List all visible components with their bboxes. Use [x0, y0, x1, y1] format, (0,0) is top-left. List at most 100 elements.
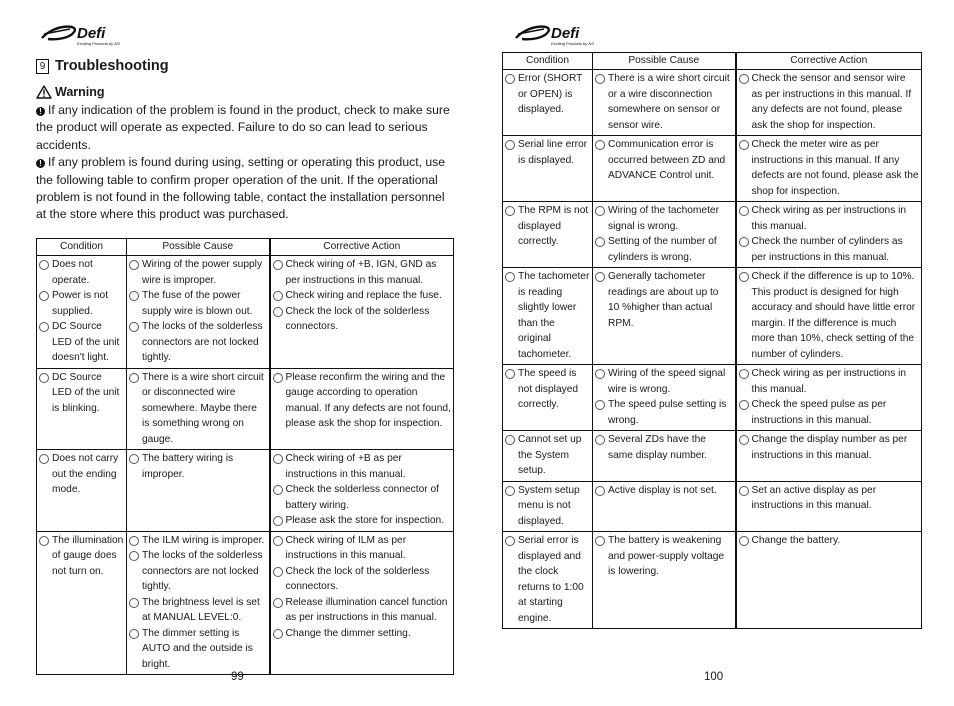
circle-bullet-icon	[39, 260, 49, 270]
warning-paragraph: ! If any indication of the problem is fou…	[36, 103, 450, 152]
header-possible-cause: Possible Cause	[592, 52, 736, 70]
list-item: System setup menu is not displayed.	[505, 483, 590, 530]
cause-cell: Wiring of the power supply wire is impro…	[126, 255, 270, 369]
item-text: System setup menu is not displayed.	[518, 484, 580, 527]
list-item: DC Source LED of the unit is blinking.	[39, 370, 124, 417]
table-row: System setup menu is not displayed. Activ…	[502, 480, 922, 532]
circle-bullet-icon	[505, 206, 515, 216]
item-text: Check the meter wire as per instructions…	[751, 139, 919, 197]
table-row: Serial line error is displayed. Communica…	[502, 135, 922, 202]
cause-cell: The battery wiring is improper.	[126, 449, 270, 532]
defi-logo: Defi Exciting Products by NS	[40, 22, 130, 48]
list-item: There is a wire short circuit or disconn…	[129, 370, 267, 448]
circle-bullet-icon	[272, 566, 283, 577]
circle-bullet-icon	[505, 272, 515, 282]
list-item: The RPM is not displayed correctly.	[505, 203, 590, 250]
list-item: Wiring of the tachometer signal is wrong…	[595, 203, 733, 234]
item-text: Check wiring as per instructions in this…	[751, 368, 907, 395]
list-item: There is a wire short circuit or a wire …	[595, 71, 733, 133]
list-item: Check wiring of +B, IGN, GND as per inst…	[272, 257, 452, 288]
condition-cell: The speed is not displayed correctly.	[502, 364, 593, 431]
item-text: Setting of the number of cylinders is wr…	[608, 236, 717, 263]
header-condition: Condition	[502, 52, 593, 70]
circle-bullet-icon	[129, 597, 139, 608]
condition-cell: Serial error is displayed and the clock …	[502, 531, 593, 629]
table-row: Does not operate. Power is not supplied. D…	[36, 255, 454, 369]
cause-cell: Wiring of the speed signal wire is wrong…	[592, 364, 736, 431]
circle-bullet-icon	[272, 628, 283, 639]
circle-bullet-icon	[738, 140, 749, 150]
item-text: Check wiring of +B as per instructions i…	[285, 453, 406, 480]
list-item: Check wiring as per instructions in this…	[738, 366, 920, 397]
list-item: DC Source LED of the unit doesn't light.	[39, 319, 124, 366]
list-item: The illumination of gauge does not turn …	[39, 533, 124, 580]
circle-bullet-icon	[39, 454, 49, 464]
exclamation-bullet-icon: !	[36, 159, 45, 169]
item-text: Wiring of the power supply wire is impro…	[142, 259, 263, 286]
item-text: Check wiring of ILM as per instructions …	[285, 534, 407, 562]
item-text: There is a wire short circuit or a wire …	[608, 73, 730, 131]
warning-triangle-icon	[36, 85, 52, 99]
list-item: Serial error is displayed and the clock …	[505, 533, 590, 626]
item-text: The ILM wiring is improper.	[142, 534, 265, 546]
circle-bullet-icon	[39, 322, 49, 332]
item-text: The battery is weakening and power-suppl…	[608, 535, 725, 577]
item-text: Please reconfirm the wiring and the gaug…	[285, 371, 451, 430]
cause-cell: There is a wire short circuit or a wire …	[592, 69, 736, 136]
table-header-row: Condition Possible Cause Corrective Acti…	[502, 52, 922, 70]
list-item: Set an active display as per instruction…	[738, 483, 920, 514]
action-cell: Change the battery.	[734, 531, 922, 629]
action-cell: Set an active display as per instruction…	[734, 480, 922, 532]
item-text: DC Source LED of the unit is blinking.	[52, 371, 120, 414]
list-item: The dimmer setting is AUTO and the outsi…	[129, 626, 267, 673]
circle-bullet-icon	[595, 369, 605, 379]
table-row: Error (SHORT or OPEN) is displayed. There…	[502, 69, 922, 136]
list-item: Release illumination cancel function as …	[272, 595, 452, 626]
circle-bullet-icon	[738, 435, 749, 445]
circle-bullet-icon	[129, 628, 139, 639]
item-text: Serial error is displayed and the clock …	[518, 535, 584, 624]
action-cell: Check wiring of +B as per instructions i…	[268, 449, 454, 532]
circle-bullet-icon	[738, 206, 749, 216]
list-item: Active display is not set.	[595, 483, 733, 499]
list-item: The ILM wiring is improper.	[129, 533, 267, 549]
table-row: Does not carry out the ending mode. The b…	[36, 449, 454, 532]
item-text: Generally tachometer readings are about …	[608, 271, 719, 329]
action-cell: Please reconfirm the wiring and the gaug…	[268, 367, 454, 450]
list-item: Does not carry out the ending mode.	[39, 451, 124, 498]
list-item: Error (SHORT or OPEN) is displayed.	[505, 71, 590, 118]
action-cell: Check wiring as per instructions in this…	[734, 201, 922, 268]
action-cell: Check wiring as per instructions in this…	[734, 364, 922, 431]
warning-heading: Warning	[36, 85, 105, 99]
table-row: The tachometer is reading slightly lower…	[502, 267, 922, 365]
list-item: Power is not supplied.	[39, 288, 124, 319]
circle-bullet-icon	[595, 272, 605, 282]
item-text: The fuse of the power supply wire is blo…	[142, 290, 253, 317]
list-item: Generally tachometer readings are about …	[595, 269, 733, 331]
circle-bullet-icon	[595, 206, 605, 216]
circle-bullet-icon	[595, 400, 605, 410]
circle-bullet-icon	[505, 140, 515, 150]
condition-cell: The tachometer is reading slightly lower…	[502, 267, 593, 365]
condition-cell: DC Source LED of the unit is blinking.	[36, 367, 127, 450]
circle-bullet-icon	[129, 535, 139, 546]
circle-bullet-icon	[272, 454, 283, 464]
table-row: The speed is not displayed correctly. Wir…	[502, 364, 922, 431]
circle-bullet-icon	[129, 260, 139, 270]
item-text: Error (SHORT or OPEN) is displayed.	[518, 73, 583, 115]
circle-bullet-icon	[595, 237, 605, 247]
item-text: Change the dimmer setting.	[285, 627, 411, 639]
list-item: Check the solderless connector of batter…	[272, 482, 452, 513]
list-item: Several ZDs have the same display number…	[595, 432, 733, 463]
item-text: Does not carry out the ending mode.	[52, 453, 119, 495]
troubleshooting-table-right: Condition Possible Cause Corrective Acti…	[502, 52, 922, 629]
cause-cell: Several ZDs have the same display number…	[592, 430, 736, 482]
list-item: The speed pulse setting is wrong.	[595, 397, 733, 428]
item-text: The locks of the solderless connectors a…	[142, 550, 263, 592]
section-title: 9 Troubleshooting	[36, 58, 169, 74]
item-text: The locks of the solderless connectors a…	[142, 321, 263, 363]
circle-bullet-icon	[272, 291, 283, 301]
item-text: DC Source LED of the unit doesn't light.	[52, 321, 120, 363]
list-item: Wiring of the power supply wire is impro…	[129, 257, 267, 288]
list-item: The battery wiring is improper.	[129, 451, 267, 482]
